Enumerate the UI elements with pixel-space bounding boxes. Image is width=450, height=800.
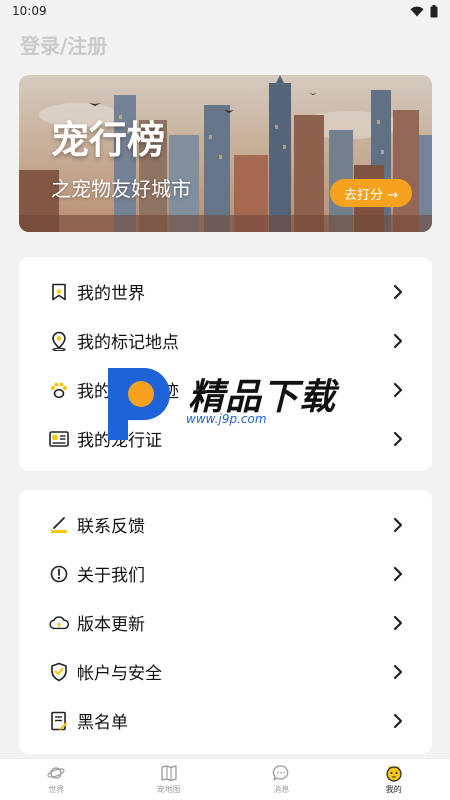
status-bar: 10:09 <box>0 0 450 22</box>
watermark: 精品下载 www.j9p.com <box>100 360 360 440</box>
status-time: 10:09 <box>12 4 47 18</box>
login-register-link[interactable]: 登录/注册 <box>20 30 107 59</box>
wifi-icon <box>410 6 424 16</box>
menu-item-blacklist[interactable]: 黑名单 <box>19 696 432 745</box>
menu-label: 我的标记地点 <box>77 333 179 353</box>
location-pin-icon <box>49 331 69 351</box>
tab-label: 消息 <box>273 785 290 794</box>
chevron-right-icon <box>393 566 403 581</box>
chevron-right-icon <box>393 664 403 679</box>
chevron-right-icon <box>393 333 403 348</box>
menu-label: 帐户与安全 <box>77 664 162 684</box>
pet-face-icon <box>386 765 402 782</box>
bottom-tab-bar: 世界 宠地图 消息 我的 <box>0 758 450 800</box>
menu-item-account-security[interactable]: 帐户与安全 <box>19 647 432 696</box>
watermark-url: www.j9p.com <box>186 412 267 426</box>
chevron-right-icon <box>393 431 403 446</box>
banner-title: 宠行榜 <box>51 118 166 162</box>
menu-label: 联系反馈 <box>77 517 145 537</box>
menu-item-version-update[interactable]: 版本更新 <box>19 598 432 647</box>
tab-mine[interactable]: 我的 <box>338 759 450 800</box>
tab-label: 世界 <box>48 785 65 794</box>
menu-label: 版本更新 <box>77 615 145 635</box>
cloud-upload-icon <box>49 613 69 633</box>
banner-subtitle: 之宠物友好城市 <box>51 177 191 201</box>
bookmark-star-icon <box>49 282 69 302</box>
chevron-right-icon <box>393 517 403 532</box>
chevron-right-icon <box>393 615 403 630</box>
planet-icon <box>47 767 65 779</box>
rate-button[interactable]: 去打分 → <box>329 179 412 207</box>
menu-item-feedback[interactable]: 联系反馈 <box>19 500 432 549</box>
promo-banner[interactable]: 宠行榜 之宠物友好城市 去打分 → <box>19 75 432 232</box>
paw-icon <box>49 380 69 400</box>
menu-label: 黑名单 <box>77 713 128 733</box>
menu-item-my-world[interactable]: 我的世界 <box>19 267 432 316</box>
status-icons <box>410 4 438 18</box>
map-icon <box>161 765 177 782</box>
watermark-logo <box>108 368 170 440</box>
menu-card-settings: 联系反馈 关于我们 版本更新 帐户与安全 黑名单 <box>19 490 432 754</box>
chevron-right-icon <box>393 284 403 299</box>
info-icon <box>49 564 69 584</box>
tab-messages[interactable]: 消息 <box>225 759 338 800</box>
menu-item-marked-places[interactable]: 我的标记地点 <box>19 316 432 365</box>
tab-world[interactable]: 世界 <box>0 759 113 800</box>
menu-label: 我的世界 <box>77 284 145 304</box>
tab-label: 我的 <box>385 785 402 794</box>
chevron-right-icon <box>393 382 403 397</box>
chat-icon <box>273 765 289 781</box>
menu-label: 关于我们 <box>77 566 145 586</box>
battery-icon <box>430 4 438 17</box>
tab-pet-map[interactable]: 宠地图 <box>113 759 226 800</box>
tab-label: 宠地图 <box>156 785 181 794</box>
shield-icon <box>49 662 69 682</box>
pen-icon <box>49 515 69 535</box>
id-card-icon <box>49 429 69 449</box>
menu-item-about-us[interactable]: 关于我们 <box>19 549 432 598</box>
document-list-icon <box>49 711 69 731</box>
chevron-right-icon <box>393 713 403 728</box>
